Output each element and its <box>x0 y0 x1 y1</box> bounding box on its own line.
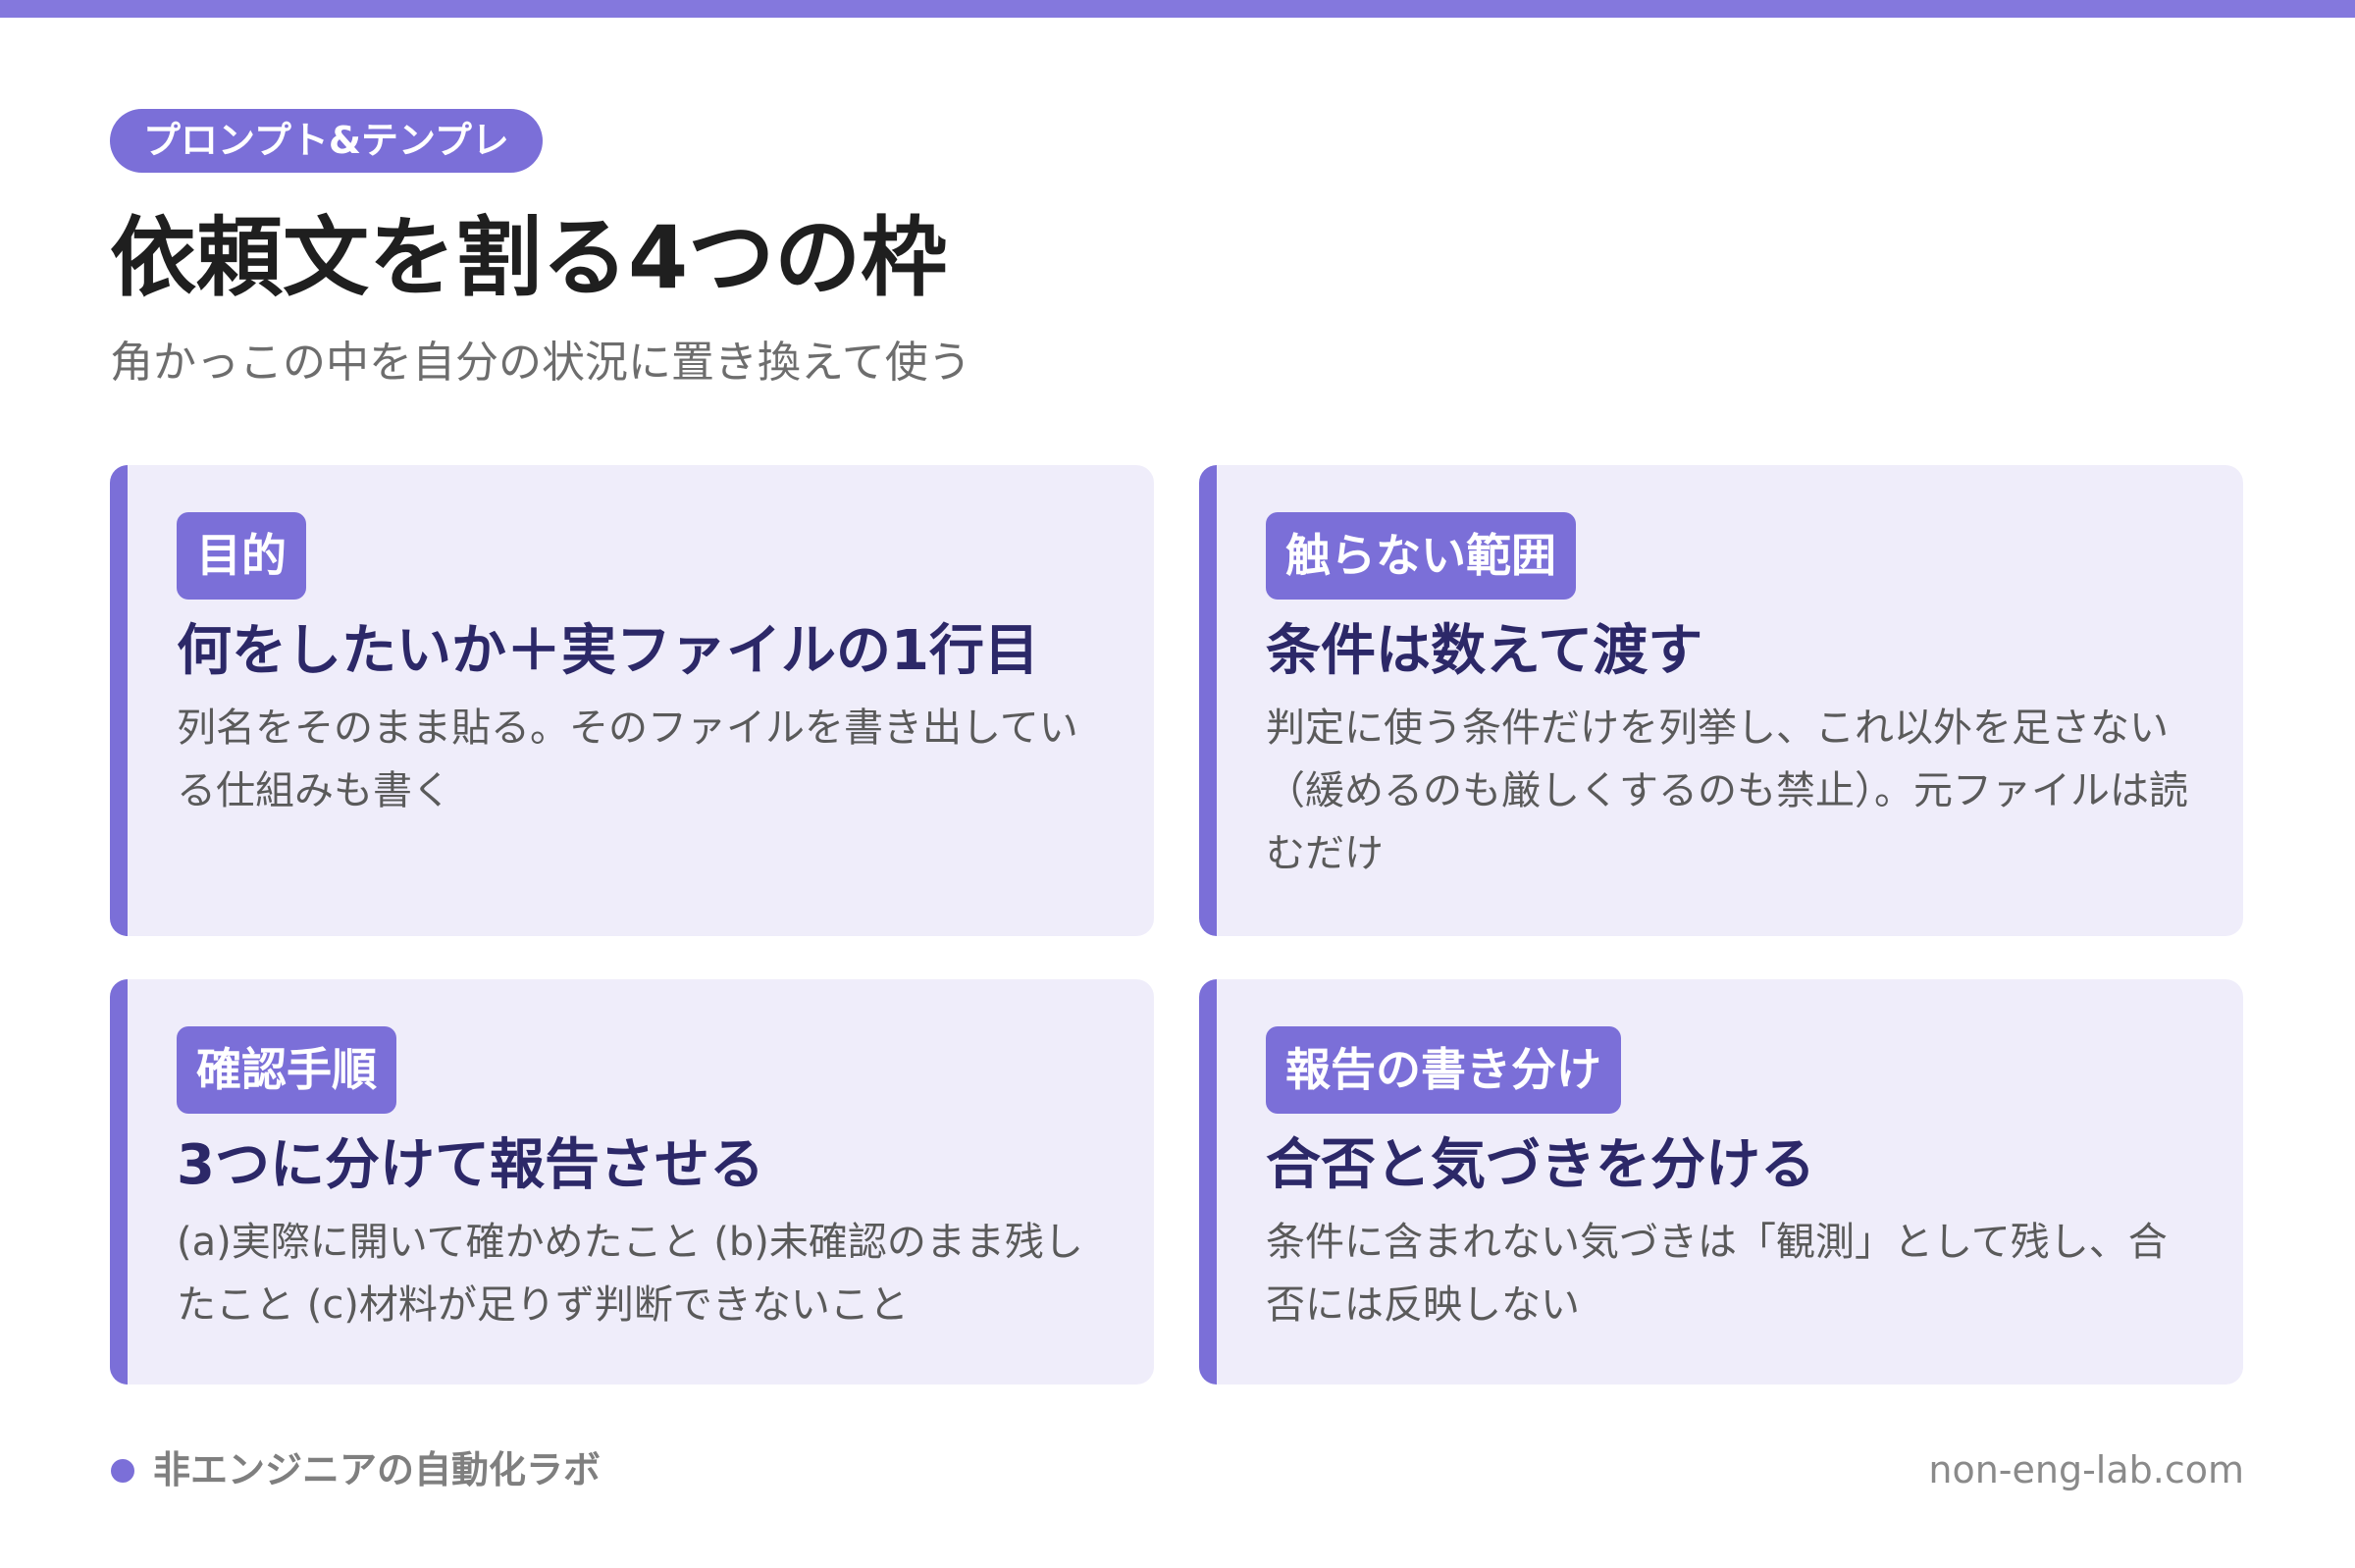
card-heading: 合否と気づきを分ける <box>1266 1133 1815 1197</box>
page-subtitle: 角かっこの中を自分の状況に置き換えて使う <box>110 338 971 388</box>
card-body: 列名をそのまま貼る。そのファイルを書き出している仕組みも書く <box>177 706 1078 813</box>
card-badge: 確認手順 <box>177 1026 396 1114</box>
card-report-separation: 報告の書き分け 合否と気づきを分ける 条件に含まれない気づきは「観測」として残し… <box>1199 979 2243 1385</box>
card-badge: 目的 <box>177 512 306 600</box>
footer-brand: 非エンジニアの自動化ラボ <box>153 1448 602 1491</box>
card-body: (a)実際に開いて確かめたこと (b)未確認のまま残したこと (c)材料が足りず… <box>177 1220 1083 1328</box>
category-tag: プロンプト&テンプレ <box>110 109 543 173</box>
brand-dot-icon <box>111 1459 134 1483</box>
card-body: 条件に含まれない気づきは「観測」として残し、合否には反映しない <box>1266 1220 2168 1328</box>
top-accent-bar <box>0 0 2355 18</box>
card-badge: 触らない範囲 <box>1266 512 1576 600</box>
page-title: 依頼文を割る4つの枠 <box>110 207 948 308</box>
card-verification-steps: 確認手順 3つに分けて報告させる (a)実際に開いて確かめたこと (b)未確認の… <box>110 979 1154 1385</box>
footer-url: non-eng-lab.com <box>1928 1448 2244 1491</box>
card-body: 判定に使う条件だけを列挙し、これ以外を足さない（緩めるのも厳しくするのも禁止）。… <box>1266 706 2188 876</box>
card-untouched-scope: 触らない範囲 条件は数えて渡す 判定に使う条件だけを列挙し、これ以外を足さない（… <box>1199 465 2243 936</box>
card-purpose: 目的 何をしたいか＋実ファイルの1行目 列名をそのまま貼る。そのファイルを書き出… <box>110 465 1154 936</box>
card-badge: 報告の書き分け <box>1266 1026 1621 1114</box>
card-heading: 何をしたいか＋実ファイルの1行目 <box>177 619 1039 683</box>
card-heading: 条件は数えて渡す <box>1266 619 1703 683</box>
card-heading: 3つに分けて報告させる <box>177 1133 764 1197</box>
